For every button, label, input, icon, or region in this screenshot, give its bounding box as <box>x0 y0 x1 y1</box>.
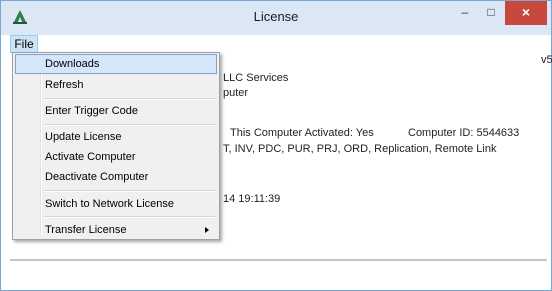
menu-item-transfer-license[interactable]: Transfer License <box>15 220 217 240</box>
menu-item-switch-network-license[interactable]: Switch to Network License <box>15 194 217 214</box>
bottom-divider <box>10 259 547 261</box>
menu-item-deactivate-computer[interactable]: Deactivate Computer <box>15 167 217 187</box>
computer-text: puter <box>223 87 249 99</box>
close-button[interactable]: × <box>505 1 547 25</box>
menu-separator <box>43 124 215 126</box>
menu-item-transfer-license-label: Transfer License <box>45 224 127 236</box>
company-text: LLC Services <box>223 72 289 84</box>
menu-item-enter-trigger-code[interactable]: Enter Trigger Code <box>15 101 217 121</box>
minimize-button[interactable]: – <box>452 1 478 25</box>
license-window: License – □ × File v5. LLC Services pute… <box>0 0 552 291</box>
menu-item-downloads[interactable]: Downloads <box>15 54 217 74</box>
timestamp-text: 14 19:11:39 <box>223 193 281 205</box>
menu-item-activate-computer[interactable]: Activate Computer <box>15 147 217 167</box>
version-label: v5. <box>541 54 552 66</box>
licensed-modules: T, INV, PDC, PUR, PRJ, ORD, Replication,… <box>223 143 497 155</box>
maximize-button[interactable]: □ <box>478 1 504 25</box>
menu-item-refresh[interactable]: Refresh <box>15 75 217 95</box>
menu-file[interactable]: File <box>10 35 38 53</box>
menu-separator <box>43 98 215 100</box>
menu-separator <box>43 216 215 218</box>
computer-id: Computer ID: 5544633 <box>408 127 520 139</box>
title-bar[interactable]: License – □ × <box>1 1 551 35</box>
submenu-arrow-icon <box>205 227 209 233</box>
activated-status: This Computer Activated: Yes <box>230 127 374 139</box>
menu-item-update-license[interactable]: Update License <box>15 127 217 147</box>
menu-separator <box>43 190 215 192</box>
file-dropdown-menu: Downloads Refresh Enter Trigger Code Upd… <box>12 52 220 240</box>
